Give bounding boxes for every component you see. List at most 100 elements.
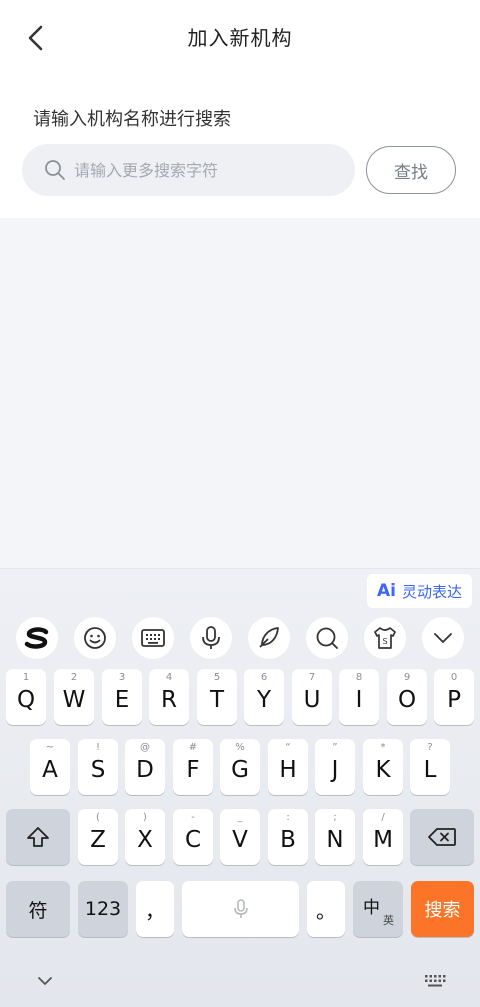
key-hint: 0 xyxy=(450,672,458,683)
key-n[interactable]: ; N xyxy=(315,809,355,865)
key-m[interactable]: / M xyxy=(363,809,403,865)
key-label: E xyxy=(114,687,130,713)
key-j[interactable]: ” J xyxy=(315,739,355,795)
search-input[interactable] xyxy=(74,160,334,180)
page-title: 加入新机构 xyxy=(187,26,293,50)
search-box[interactable] xyxy=(22,144,355,196)
key-d[interactable]: @ D xyxy=(125,739,165,795)
key-b[interactable]: :B xyxy=(268,809,308,865)
key-a[interactable]: ~ A xyxy=(30,739,70,795)
key-label: I xyxy=(355,687,363,713)
key-hint: ) xyxy=(143,812,147,823)
key-label: A xyxy=(42,757,58,783)
key-hint: ; xyxy=(333,812,337,823)
sogou-logo-button[interactable] xyxy=(16,617,58,659)
lang-sub-label: 英 xyxy=(383,914,394,927)
key-e[interactable]: 3E xyxy=(102,669,142,725)
comma-key[interactable]: ， xyxy=(136,881,174,937)
key-hint: 4 xyxy=(165,672,173,683)
key-p[interactable]: 0P xyxy=(434,669,474,725)
keyboard-mode-button[interactable] xyxy=(420,969,450,993)
key-hint: 5 xyxy=(213,672,221,683)
key-h[interactable]: “H xyxy=(268,739,308,795)
soft-keyboard: Ai 灵动表达 S 1 Q 2 W 3 E 4 R 5 T 6 Y 7 U 8 … xyxy=(0,568,480,1007)
backspace-icon xyxy=(428,828,456,846)
shift-arrow-icon xyxy=(27,827,49,847)
key-v[interactable]: _ V xyxy=(220,809,260,865)
key-label: Q xyxy=(16,687,36,713)
search-icon xyxy=(45,160,65,180)
keyboard-switch-button[interactable] xyxy=(132,617,174,659)
keyboard-icon xyxy=(141,629,165,647)
key-x[interactable]: ) X xyxy=(125,809,165,865)
emoji-button[interactable] xyxy=(74,617,116,659)
collapse-toolbar-button[interactable] xyxy=(422,617,464,659)
sogou-logo-icon xyxy=(24,627,49,649)
key-f[interactable]: # F xyxy=(173,739,213,795)
key-hint: _ xyxy=(237,812,243,823)
backspace-key[interactable] xyxy=(410,809,474,865)
ai-expression-button[interactable]: Ai 灵动表达 xyxy=(367,574,472,608)
language-switch-key[interactable]: 中 英 xyxy=(353,881,403,937)
key-k[interactable]: * K xyxy=(363,739,403,795)
key-w[interactable]: 2W xyxy=(54,669,94,725)
key-o[interactable]: 9O xyxy=(387,669,427,725)
key-hint: “ xyxy=(285,742,291,753)
key-q[interactable]: 1Q xyxy=(6,669,46,725)
key-label: U xyxy=(303,687,321,713)
skin-button[interactable]: S xyxy=(364,617,406,659)
key-label: J xyxy=(331,757,339,783)
chevron-down-icon xyxy=(434,633,452,643)
quill-pen-icon xyxy=(259,627,279,648)
lang-main-label: 中 xyxy=(363,898,380,918)
key-hint: : xyxy=(286,812,290,823)
key-label: X xyxy=(137,827,153,853)
hide-keyboard-button[interactable] xyxy=(30,969,60,993)
key-y[interactable]: 6Y xyxy=(244,669,284,725)
key-hint: ! xyxy=(95,742,100,753)
key-c[interactable]: -C xyxy=(173,809,213,865)
numbers-key[interactable]: 123 xyxy=(78,881,128,937)
key-hint: % xyxy=(235,742,245,753)
keyboard-search-button[interactable] xyxy=(306,617,348,659)
key-r[interactable]: 4R xyxy=(149,669,189,725)
ai-mark: Ai xyxy=(377,581,396,601)
key-hint: ~ xyxy=(45,742,55,753)
key-s[interactable]: ! S xyxy=(78,739,118,795)
key-label: C xyxy=(184,827,202,853)
voice-button[interactable] xyxy=(190,617,232,659)
find-button[interactable]: 查找 xyxy=(366,146,456,194)
key-label: W xyxy=(62,687,86,713)
key-label: Y xyxy=(256,687,272,713)
key-label: R xyxy=(161,687,177,713)
key-hint: 1 xyxy=(22,672,30,683)
key-label: B xyxy=(280,827,296,853)
key-hint: ? xyxy=(427,742,433,753)
key-label: P xyxy=(447,687,461,713)
symbols-key[interactable]: 符 xyxy=(6,881,70,937)
key-hint: 6 xyxy=(260,672,268,683)
key-hint: 2 xyxy=(70,672,78,683)
period-key[interactable]: 。 xyxy=(307,881,345,937)
key-label: L xyxy=(423,757,437,783)
key-label: F xyxy=(186,757,200,783)
shift-key[interactable] xyxy=(6,809,70,865)
key-u[interactable]: 7U xyxy=(292,669,332,725)
search-icon xyxy=(316,627,338,649)
key-g[interactable]: % G xyxy=(220,739,260,795)
key-z[interactable]: (Z xyxy=(78,809,118,865)
key-i[interactable]: 8I xyxy=(339,669,379,725)
key-hint: # xyxy=(188,742,198,753)
space-key[interactable] xyxy=(182,881,299,937)
key-hint: 8 xyxy=(355,672,363,683)
handwriting-button[interactable] xyxy=(248,617,290,659)
key-label: V xyxy=(232,827,248,853)
key-label: S xyxy=(90,757,106,783)
microphone-icon xyxy=(202,626,220,649)
key-t[interactable]: 5T xyxy=(197,669,237,725)
key-label: M xyxy=(373,827,393,853)
key-l[interactable]: ? L xyxy=(410,739,450,795)
key-hint: ” xyxy=(332,742,338,753)
key-label: N xyxy=(326,827,344,853)
search-key[interactable]: 搜索 xyxy=(411,881,474,937)
